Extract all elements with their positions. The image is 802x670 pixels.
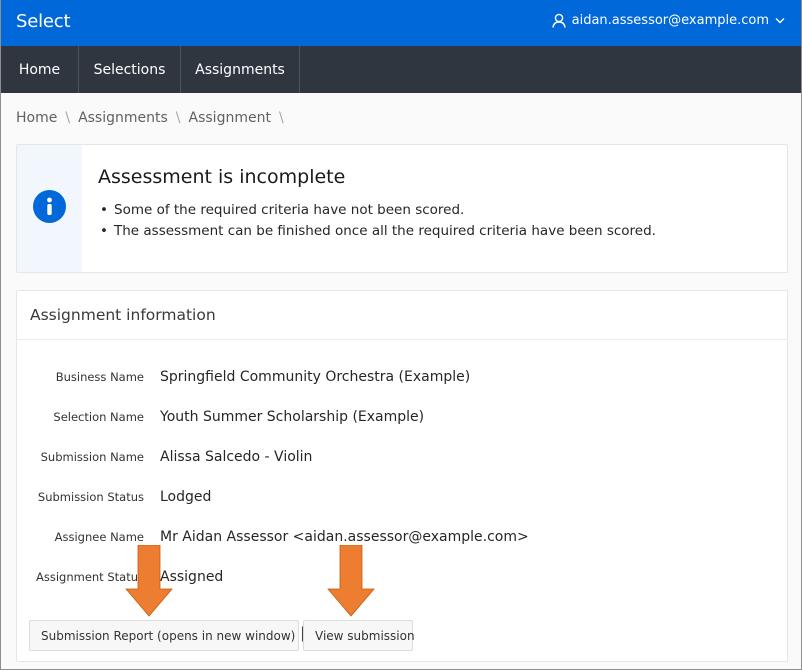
field-value: Alissa Salcedo - Violin (160, 449, 313, 465)
app-header: Select aidan.assessor@example.com (1, 0, 801, 46)
app-title[interactable]: Select (16, 11, 71, 32)
field-submission-status: Submission Status Lodged (17, 487, 787, 507)
alert-title: Assessment is incomplete (98, 166, 346, 188)
alert-message: Some of the required criteria have not b… (98, 200, 656, 221)
field-value: Mr Aidan Assessor <aidan.assessor@exampl… (160, 529, 529, 545)
submission-report-button[interactable]: Submission Report (opens in new window) (29, 620, 314, 651)
field-business-name: Business Name Springfield Community Orch… (17, 367, 787, 387)
field-label: Business Name (55, 370, 144, 384)
view-submission-button[interactable]: View submission (303, 620, 415, 651)
user-icon (551, 13, 566, 28)
user-menu[interactable]: aidan.assessor@example.com (551, 13, 785, 28)
nav-item-selections[interactable]: Selections (79, 46, 181, 93)
submission-report-label: Submission Report (opens in new window) (41, 628, 296, 643)
panel-title: Assignment information (17, 291, 787, 340)
alert-message: The assessment can be finished once all … (98, 221, 656, 242)
view-submission-label: View submission (315, 628, 415, 643)
breadcrumb: Home \ Assignments \ Assignment \ (16, 110, 292, 126)
annotation-arrow-down-icon (125, 545, 173, 617)
field-assignee-name: Assignee Name Mr Aidan Assessor <aidan.a… (17, 527, 787, 547)
field-label: Selection Name (53, 410, 144, 424)
alert-icon-column (17, 145, 82, 272)
field-label: Submission Status (37, 490, 144, 504)
info-icon (33, 190, 66, 227)
alert-message-list: Some of the required criteria have not b… (98, 200, 656, 242)
field-label: Submission Name (40, 450, 144, 464)
breadcrumb-separator: \ (278, 110, 284, 126)
incomplete-alert: Assessment is incomplete Some of the req… (16, 144, 788, 273)
field-submission-name: Submission Name Alissa Salcedo - Violin (17, 447, 787, 467)
nav-item-assignments[interactable]: Assignments (181, 46, 300, 93)
nav-item-home[interactable]: Home (1, 46, 79, 93)
user-email: aidan.assessor@example.com (571, 13, 769, 28)
field-value: Lodged (160, 489, 212, 505)
chevron-down-icon (775, 17, 785, 24)
field-selection-name: Selection Name Youth Summer Scholarship … (17, 407, 787, 427)
breadcrumb-home[interactable]: Home (16, 110, 57, 126)
breadcrumb-separator: \ (65, 110, 71, 126)
page: Select aidan.assessor@example.com Home S… (0, 0, 802, 670)
breadcrumb-assignment: Assignment (188, 110, 271, 126)
breadcrumb-assignments[interactable]: Assignments (78, 110, 168, 126)
annotation-arrow-down-icon (327, 545, 375, 617)
breadcrumb-separator: \ (175, 110, 181, 126)
main-nav: Home Selections Assignments (1, 46, 801, 93)
field-value: Youth Summer Scholarship (Example) (160, 409, 425, 425)
field-value: Springfield Community Orchestra (Example… (160, 369, 471, 385)
field-label: Assignee Name (54, 530, 144, 544)
alert-body: Assessment is incomplete Some of the req… (82, 145, 656, 272)
